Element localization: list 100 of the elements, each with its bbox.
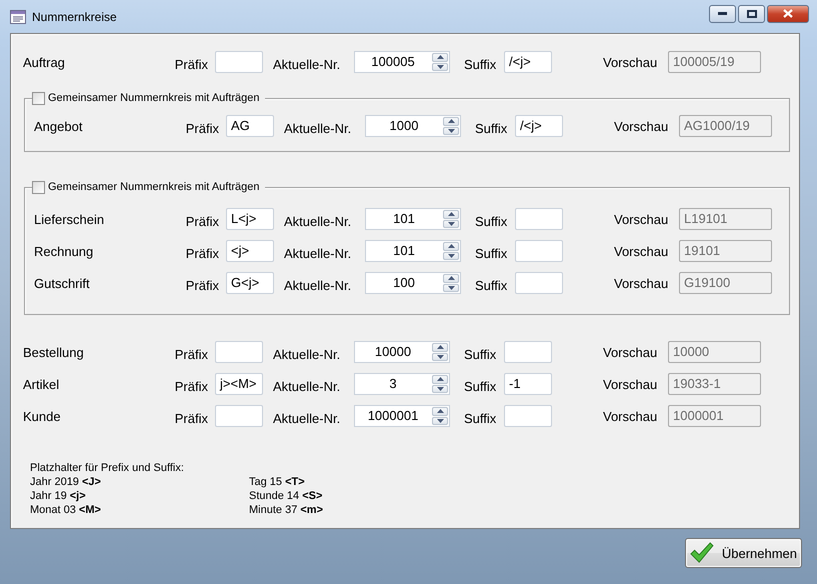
suffix-field[interactable]: /<j> bbox=[515, 115, 563, 137]
preview-field: 100005/19 bbox=[668, 51, 761, 73]
placeholder-entry: Jahr 19 <j> bbox=[30, 489, 87, 503]
number-label: Aktuelle-Nr. bbox=[283, 120, 352, 136]
maximize-button[interactable] bbox=[738, 4, 765, 22]
spin-down-icon[interactable] bbox=[432, 352, 448, 361]
prefix-field[interactable] bbox=[215, 341, 263, 363]
suffix-label: Suffix bbox=[463, 410, 498, 426]
number-spinner[interactable]: 101 bbox=[365, 208, 461, 230]
spin-up-icon[interactable] bbox=[443, 210, 459, 218]
suffix-field[interactable] bbox=[515, 208, 563, 230]
series-name: Lieferschein bbox=[34, 212, 106, 226]
prefix-field[interactable] bbox=[215, 51, 263, 73]
prefix-label: Präfix bbox=[184, 120, 220, 136]
series-name: Gutschrift bbox=[34, 276, 91, 290]
preview-label: Vorschau bbox=[602, 344, 658, 360]
series-name: Artikel bbox=[23, 376, 60, 392]
spin-up-icon[interactable] bbox=[432, 375, 448, 384]
prefix-field[interactable]: j><M> bbox=[215, 373, 263, 395]
prefix-field[interactable]: L<j> bbox=[226, 208, 274, 230]
window-icon bbox=[10, 10, 26, 24]
preview-field: L19101 bbox=[679, 208, 772, 230]
prefix-field[interactable]: AG bbox=[226, 115, 274, 137]
preview-field: 10000 bbox=[668, 341, 761, 363]
number-spinner[interactable]: 1000001 bbox=[354, 405, 450, 427]
suffix-field[interactable] bbox=[504, 405, 552, 427]
preview-label: Vorschau bbox=[613, 118, 670, 134]
close-icon bbox=[783, 9, 793, 18]
preview-label: Vorschau bbox=[613, 212, 670, 226]
number-spinner[interactable]: 1000 bbox=[365, 115, 461, 137]
series-name: Bestellung bbox=[23, 344, 85, 360]
spin-down-icon[interactable] bbox=[432, 62, 448, 71]
prefix-label: Präfix bbox=[174, 56, 209, 72]
prefix-label: Präfix bbox=[174, 346, 209, 362]
placeholder-entry: Monat 03 <M> bbox=[30, 503, 102, 517]
number-label: Aktuelle-Nr. bbox=[272, 346, 342, 362]
minimize-button[interactable] bbox=[709, 4, 736, 22]
prefix-field[interactable]: G<j> bbox=[226, 272, 274, 294]
preview-label: Vorschau bbox=[613, 276, 670, 290]
number-spinner[interactable]: 100005 bbox=[354, 51, 450, 73]
number-spinner[interactable]: 10000 bbox=[354, 341, 450, 363]
preview-label: Vorschau bbox=[602, 376, 658, 392]
suffix-label: Suffix bbox=[463, 346, 498, 362]
preview-field: 19101 bbox=[679, 240, 772, 262]
spin-down-icon[interactable] bbox=[443, 220, 459, 228]
checkmark-icon bbox=[690, 541, 714, 565]
prefix-label: Präfix bbox=[174, 378, 209, 394]
number-label: Aktuelle-Nr. bbox=[283, 278, 352, 292]
prefix-label: Präfix bbox=[184, 246, 220, 260]
checkbox-label: Gemeinsamer Nummernkreis mit Aufträgen bbox=[48, 181, 260, 193]
preview-field: AG1000/19 bbox=[679, 115, 772, 137]
preview-label: Vorschau bbox=[602, 54, 658, 70]
suffix-field[interactable]: /<j> bbox=[504, 51, 552, 73]
spin-up-icon[interactable] bbox=[432, 343, 448, 352]
spin-down-icon[interactable] bbox=[432, 384, 448, 393]
number-label: Aktuelle-Nr. bbox=[283, 246, 352, 260]
prefix-field[interactable]: <j> bbox=[226, 240, 274, 262]
placeholder-title: Platzhalter für Prefix und Suffix: bbox=[30, 461, 185, 475]
spin-down-icon[interactable] bbox=[443, 284, 459, 292]
suffix-field[interactable] bbox=[515, 272, 563, 294]
series-name: Angebot bbox=[34, 118, 84, 134]
number-label: Aktuelle-Nr. bbox=[272, 410, 342, 426]
spin-down-icon[interactable] bbox=[443, 126, 459, 135]
suffix-label: Suffix bbox=[463, 56, 498, 72]
placeholder-entry: Minute 37 <m> bbox=[249, 503, 324, 517]
series-name: Kunde bbox=[23, 408, 62, 424]
number-spinner[interactable]: 3 bbox=[354, 373, 450, 395]
placeholder-entry: Jahr 2019 <J> bbox=[30, 475, 102, 489]
prefix-field[interactable] bbox=[215, 405, 263, 427]
spin-up-icon[interactable] bbox=[443, 242, 459, 250]
suffix-label: Suffix bbox=[474, 246, 508, 260]
prefix-label: Präfix bbox=[174, 410, 209, 426]
spin-down-icon[interactable] bbox=[432, 416, 448, 425]
number-spinner[interactable]: 100 bbox=[365, 272, 461, 294]
checkbox-label: Gemeinsamer Nummernkreis mit Aufträgen bbox=[48, 92, 260, 104]
number-label: Aktuelle-Nr. bbox=[272, 56, 342, 72]
apply-button[interactable]: Übernehmen bbox=[685, 538, 802, 568]
preview-field: 19033-1 bbox=[668, 373, 761, 395]
number-spinner[interactable]: 101 bbox=[365, 240, 461, 262]
spin-up-icon[interactable] bbox=[432, 407, 448, 416]
spin-up-icon[interactable] bbox=[432, 53, 448, 62]
suffix-field[interactable] bbox=[515, 240, 563, 262]
number-label: Aktuelle-Nr. bbox=[283, 214, 352, 228]
series-name: Rechnung bbox=[34, 244, 94, 258]
series-name: Auftrag bbox=[23, 54, 66, 70]
suffix-field[interactable]: -1 bbox=[504, 373, 552, 395]
prefix-label: Präfix bbox=[184, 214, 220, 228]
placeholder-entry: Tag 15 <T> bbox=[249, 475, 306, 489]
suffix-label: Suffix bbox=[463, 378, 498, 394]
spin-up-icon[interactable] bbox=[443, 117, 459, 126]
suffix-label: Suffix bbox=[474, 120, 508, 136]
preview-field: 1000001 bbox=[668, 405, 761, 427]
preview-label: Vorschau bbox=[613, 244, 670, 258]
suffix-label: Suffix bbox=[474, 214, 508, 228]
shared-numbering-checkbox[interactable] bbox=[32, 180, 45, 194]
suffix-field[interactable] bbox=[504, 341, 552, 363]
shared-numbering-checkbox[interactable] bbox=[32, 92, 45, 104]
spin-down-icon[interactable] bbox=[443, 252, 459, 260]
spin-up-icon[interactable] bbox=[443, 274, 459, 282]
close-button[interactable] bbox=[767, 4, 809, 22]
